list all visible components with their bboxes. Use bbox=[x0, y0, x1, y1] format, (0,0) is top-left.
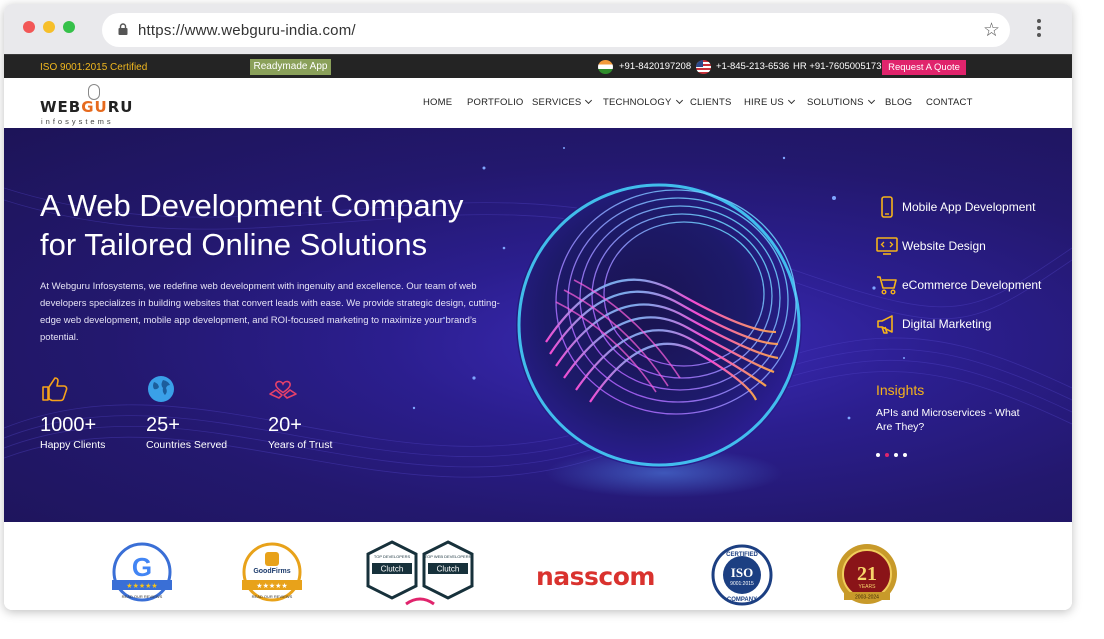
pager-dot[interactable] bbox=[903, 453, 907, 457]
rating-stars: ★★★★★ bbox=[126, 582, 157, 590]
hero-section: A Web Development Company for Tailored O… bbox=[4, 128, 1072, 522]
iso-badge-number: 9001:2015 bbox=[730, 581, 754, 587]
google-badge-caption: READ OUR REVIEWS bbox=[122, 594, 163, 599]
us-flag-icon bbox=[696, 60, 711, 74]
nav-portfolio[interactable]: PORTFOLIO bbox=[467, 97, 524, 108]
nav-services[interactable]: SERVICES bbox=[532, 96, 593, 108]
service-label: Digital Marketing bbox=[902, 317, 992, 331]
iso-badge-top: CERTIFIED bbox=[726, 552, 758, 558]
code-monitor-icon bbox=[876, 237, 898, 255]
browser-chrome: https://www.webguru-india.com/ ☆ bbox=[4, 4, 1072, 54]
phone-hr-link[interactable]: HR +91-7605005173 bbox=[793, 61, 881, 72]
mobile-icon bbox=[881, 196, 893, 218]
service-label: eCommerce Development bbox=[902, 278, 1042, 292]
clutch-award-2-name: Clutch bbox=[437, 565, 460, 574]
chevron-down-icon bbox=[787, 96, 795, 105]
iso-badge-mid: ISO bbox=[731, 565, 753, 580]
iso-certified-text: ISO 9001:2015 Certified bbox=[40, 62, 148, 73]
service-label: Website Design bbox=[902, 239, 986, 253]
clutch-award-1-name: Clutch bbox=[381, 565, 404, 574]
nasscom-logo[interactable]: nasscom bbox=[536, 562, 655, 591]
chevron-down-icon bbox=[585, 96, 593, 105]
hero-description: At Webguru Infosystems, we redefine web … bbox=[40, 281, 500, 343]
thumbs-up-icon bbox=[42, 377, 68, 402]
hero-title-line1: A Web Development Company bbox=[40, 188, 464, 223]
request-quote-button[interactable]: Request A Quote bbox=[882, 60, 966, 75]
nav-blog[interactable]: BLOG bbox=[885, 97, 912, 108]
insights-article-link[interactable]: APIs and Microservices - What Are They? bbox=[876, 406, 1036, 434]
iso-badge-bottom: COMPANY bbox=[727, 597, 757, 603]
nav-home[interactable]: HOME bbox=[423, 97, 452, 108]
anniversary-number: 21 bbox=[857, 563, 877, 585]
url-text[interactable]: https://www.webguru-india.com/ bbox=[138, 22, 356, 39]
pager-dot[interactable] bbox=[894, 453, 898, 457]
maximize-window-button[interactable] bbox=[63, 21, 75, 33]
main-navbar: WEBGURU infosystems HOME PORTFOLIO SERVI… bbox=[4, 78, 1072, 128]
iso-certified-badge[interactable]: CERTIFIED ISO 9001:2015 COMPANY bbox=[710, 544, 774, 606]
anniversary-range: 2003-2024 bbox=[855, 595, 879, 601]
goodfirms-name: GoodFirms bbox=[253, 568, 290, 575]
hero-title-line2: for Tailored Online Solutions bbox=[40, 227, 428, 262]
nav-clients[interactable]: CLIENTS bbox=[690, 97, 732, 108]
service-label: Mobile App Development bbox=[902, 200, 1036, 214]
insights-title: Insights bbox=[876, 382, 925, 398]
handshake-heart-icon bbox=[269, 380, 297, 399]
logo-wordmark: WEBGURU bbox=[40, 98, 134, 116]
webguru-logo[interactable]: WEBGURU infosystems bbox=[40, 84, 140, 126]
logo-tagline: infosystems bbox=[41, 117, 114, 126]
pager-dot-active[interactable] bbox=[885, 453, 889, 457]
lock-icon bbox=[118, 23, 128, 35]
bookmark-star-icon[interactable]: ☆ bbox=[983, 19, 1000, 42]
phone-us-link[interactable]: +1-845-213-6536 bbox=[716, 61, 789, 72]
google-g-logo: G bbox=[132, 552, 152, 582]
browser-window: https://www.webguru-india.com/ ☆ ISO 900… bbox=[4, 4, 1072, 610]
stat-value: 20+ bbox=[268, 414, 302, 436]
stat-value: 25+ bbox=[146, 414, 180, 436]
clutch-award-1-top: TOP DEVELOPERS bbox=[374, 554, 411, 559]
goodfirms-badge[interactable]: GoodFirms ★★★★★ READ OUR REVIEWS bbox=[236, 542, 308, 604]
hero-title: A Web Development Company for Tailored O… bbox=[40, 186, 520, 264]
stat-years-of-trust: 20+ Years of Trust bbox=[268, 374, 332, 451]
glowing-sphere-graphic bbox=[516, 182, 802, 468]
nav-contact[interactable]: CONTACT bbox=[926, 97, 973, 108]
chevron-down-icon bbox=[867, 96, 875, 105]
anniversary-years: YEARS bbox=[859, 584, 877, 590]
megaphone-icon bbox=[877, 315, 893, 334]
top-contact-bar: ISO 9001:2015 Certified Readymade App +9… bbox=[4, 54, 1072, 78]
anniversary-seal: 21 YEARS 2003-2024 bbox=[837, 544, 897, 604]
goodfirms-badge-caption: READ OUR REVIEWS bbox=[252, 594, 293, 599]
stat-happy-clients: 1000+ Happy Clients bbox=[40, 374, 105, 451]
nav-solutions[interactable]: SOLUTIONS bbox=[807, 96, 875, 108]
minimize-window-button[interactable] bbox=[43, 21, 55, 33]
stat-label: Countries Served bbox=[146, 439, 228, 451]
stat-label: Years of Trust bbox=[268, 439, 333, 451]
browser-menu-icon[interactable] bbox=[1036, 19, 1042, 39]
stat-countries-served: 25+ Countries Served bbox=[146, 374, 227, 451]
pager-dot[interactable] bbox=[876, 453, 880, 457]
readymade-app-button[interactable]: Readymade App bbox=[250, 59, 331, 75]
insights-pager bbox=[876, 444, 912, 462]
stat-value: 1000+ bbox=[40, 414, 97, 436]
close-window-button[interactable] bbox=[23, 21, 35, 33]
phone-india-link[interactable]: +91-8420197208 bbox=[619, 61, 691, 72]
india-flag-icon bbox=[598, 60, 613, 74]
globe-icon bbox=[148, 376, 174, 402]
stat-label: Happy Clients bbox=[40, 439, 106, 451]
address-bar[interactable]: https://www.webguru-india.com/ ☆ bbox=[102, 13, 1010, 47]
nav-hire-us[interactable]: HIRE US bbox=[744, 96, 795, 108]
clutch-award-2-top: TOP WEB DEVELOPERS bbox=[425, 554, 472, 559]
nav-technology[interactable]: TECHNOLOGY bbox=[603, 96, 683, 108]
cart-icon bbox=[877, 276, 897, 295]
rating-stars: ★★★★★ bbox=[256, 582, 287, 590]
google-reviews-badge[interactable]: G ★★★★★ READ OUR REVIEWS bbox=[106, 542, 178, 604]
clutch-badges[interactable]: TOP DEVELOPERS Clutch TOP WEB DEVELOPERS… bbox=[364, 540, 482, 606]
badges-strip: G ★★★★★ READ OUR REVIEWS GoodFirms ★★★★★… bbox=[4, 522, 1072, 610]
chevron-down-icon bbox=[675, 96, 683, 105]
